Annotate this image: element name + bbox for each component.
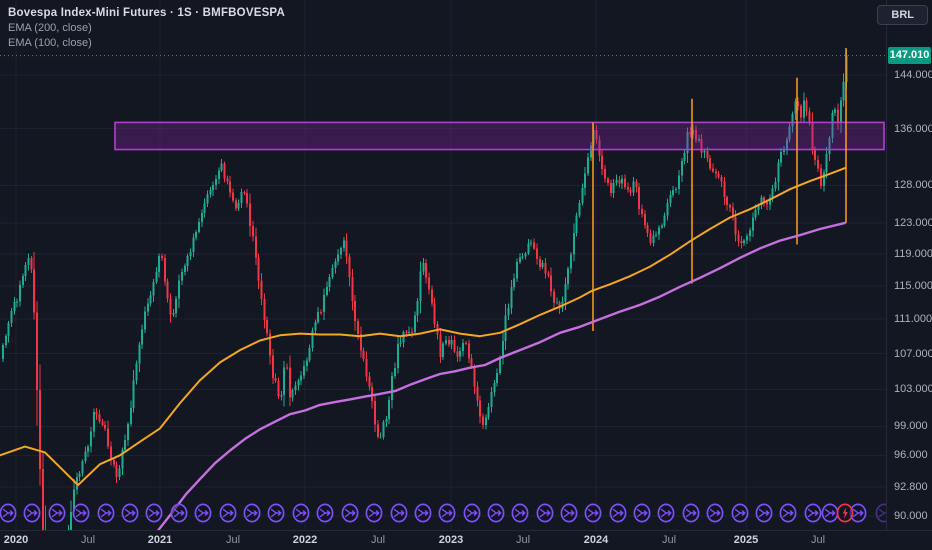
last-price-label: 147.010	[888, 47, 931, 64]
chart-canvas[interactable]	[0, 0, 886, 530]
contract-rollover-icon[interactable]	[390, 503, 409, 524]
contract-rollover-icon[interactable]	[97, 503, 116, 524]
contract-rollover-icon[interactable]	[560, 503, 579, 524]
time-tick-label: 2020	[3, 534, 29, 546]
contract-rollover-icon[interactable]	[875, 503, 886, 524]
contract-rollover-icon[interactable]	[23, 503, 42, 524]
contract-rollover-icon[interactable]	[584, 503, 603, 524]
time-tick-label: Jul	[225, 534, 241, 546]
time-tick-label: Jul	[370, 534, 386, 546]
time-tick-label: Jul	[810, 534, 826, 546]
time-tick-label: 2022	[292, 534, 318, 546]
contract-rollover-icon[interactable]	[145, 503, 164, 524]
supply-zone-rectangle[interactable]	[114, 121, 885, 151]
time-tick-label: 2024	[583, 534, 609, 546]
candlestick-chart	[0, 0, 886, 530]
price-tick-label: 136.000	[894, 123, 932, 135]
time-tick-label: Jul	[661, 534, 677, 546]
currency-unit-button[interactable]: BRL	[877, 5, 928, 25]
contract-rollover-icon[interactable]	[243, 503, 262, 524]
contract-rollover-icon[interactable]	[463, 503, 482, 524]
contract-rollover-icon[interactable]	[657, 503, 676, 524]
contract-rollover-icon[interactable]	[48, 503, 67, 524]
contract-rollover-icon[interactable]	[609, 503, 628, 524]
time-tick-label: 2021	[147, 534, 173, 546]
contract-rollover-icon[interactable]	[731, 503, 750, 524]
tradingview-chart-window: Bovespa Index-Mini Futures · 1S · BMFBOV…	[0, 0, 932, 550]
price-tick-label: 96.000	[894, 449, 928, 461]
contract-rollover-icon[interactable]	[121, 503, 140, 524]
contract-rollover-icon[interactable]	[0, 503, 18, 524]
contract-rollover-icon[interactable]	[779, 503, 798, 524]
price-tick-label: 115.000	[894, 280, 932, 292]
contract-rollover-icon[interactable]	[487, 503, 506, 524]
contract-rollover-icon[interactable]	[633, 503, 652, 524]
price-tick-label: 92.800	[894, 481, 928, 493]
price-tick-label: 90.000	[894, 510, 928, 522]
contract-rollover-icon[interactable]	[267, 503, 286, 524]
contract-rollover-icon[interactable]	[755, 503, 774, 524]
time-tick-label: 2023	[438, 534, 464, 546]
contract-rollover-icon[interactable]	[706, 503, 725, 524]
contract-rollover-icon[interactable]	[365, 503, 384, 524]
contract-rollover-icon[interactable]	[170, 503, 189, 524]
price-tick-label: 119.000	[894, 248, 932, 260]
price-tick-label: 99.000	[894, 420, 928, 432]
contract-rollover-icon[interactable]	[536, 503, 555, 524]
contract-rollover-icon[interactable]	[682, 503, 701, 524]
price-tick-label: 144.000	[894, 69, 932, 81]
contract-rollover-icon[interactable]	[511, 503, 530, 524]
time-tick-label: Jul	[515, 534, 531, 546]
contract-rollover-icon[interactable]	[219, 503, 238, 524]
price-tick-label: 107.000	[894, 348, 932, 360]
ema100-line	[0, 167, 846, 487]
time-axis[interactable]: 2020 Jul 2021 Jul 2022 Jul 2023 Jul 2024 Jul 2025 J…	[0, 530, 932, 550]
contract-rollover-icon[interactable]	[438, 503, 457, 524]
contract-rollover-icon[interactable]	[341, 503, 360, 524]
time-tick-label: Jul	[80, 534, 96, 546]
price-tick-label: 111.000	[894, 313, 932, 325]
contract-rollover-icon[interactable]	[292, 503, 311, 524]
contract-rollover-icon[interactable]	[72, 503, 91, 524]
price-tick-label: 128.000	[894, 179, 932, 191]
contract-rollover-icon[interactable]	[316, 503, 335, 524]
ema200-line	[156, 221, 847, 530]
price-tick-label: 123.000	[894, 217, 932, 229]
contract-alert-icon[interactable]	[836, 503, 855, 524]
contract-rollover-icon[interactable]	[194, 503, 213, 524]
time-tick-label: 2025	[733, 534, 759, 546]
contract-rollover-icon[interactable]	[414, 503, 433, 524]
price-axis[interactable]: 147.010 144.000 136.000 128.000 123.000 119.…	[886, 0, 932, 530]
price-tick-label: 103.000	[894, 383, 932, 395]
